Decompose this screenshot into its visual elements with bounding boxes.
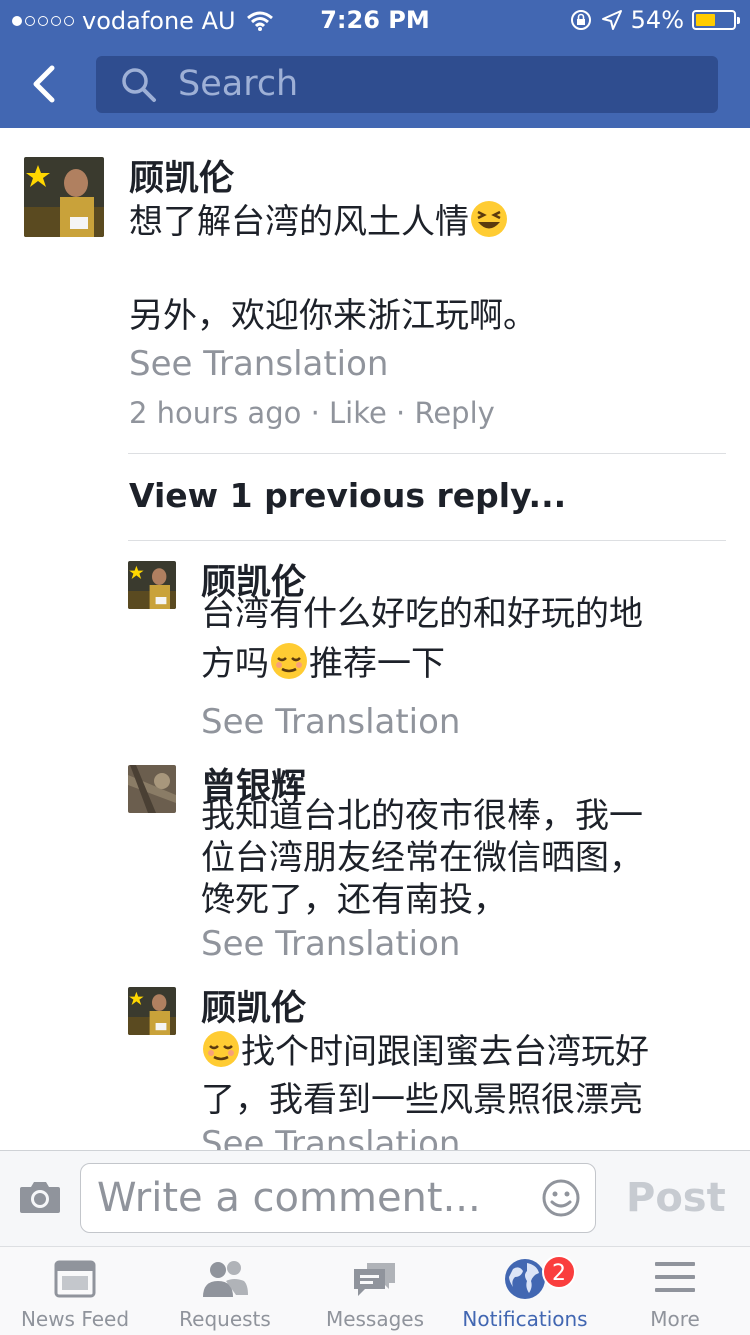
tab-notifications[interactable]: 2 Notifications: [450, 1247, 600, 1335]
avatar[interactable]: [128, 987, 176, 1035]
separator: ·: [310, 396, 320, 430]
status-right: 54%: [569, 6, 740, 34]
comment-meta: 2 hours ago · Like · Reply: [129, 396, 495, 430]
emoji-picker-icon[interactable]: [541, 1178, 581, 1218]
tab-bar: News Feed Requests Messages 2 Notificati…: [0, 1246, 750, 1335]
globe-icon: [505, 1259, 545, 1299]
see-translation-link[interactable]: See Translation: [201, 702, 460, 742]
tab-news-feed[interactable]: News Feed: [0, 1247, 150, 1335]
reply-line-1: 台湾有什么好吃的和好玩的地: [201, 594, 643, 634]
relieved-emoji-icon: [271, 643, 307, 679]
tab-label: News Feed: [20, 1307, 130, 1331]
like-link[interactable]: Like: [329, 396, 387, 430]
reply-line-2-start: 方吗: [201, 644, 269, 684]
comment-input[interactable]: [97, 1172, 527, 1224]
avatar[interactable]: [128, 561, 176, 609]
reply-line-2: 方吗 推荐一下: [201, 640, 445, 688]
tab-label: Requests: [179, 1307, 271, 1331]
relieved-emoji-icon: [203, 1031, 239, 1067]
avatar-image: [128, 765, 176, 813]
notification-badge: 2: [542, 1255, 576, 1289]
comment-composer: Post: [0, 1150, 750, 1247]
avatar-image: [24, 157, 104, 237]
reply-line-1: 找个时间跟闺蜜去台湾玩好: [201, 1028, 649, 1076]
rotation-lock-icon: [570, 10, 591, 30]
avatar[interactable]: [24, 157, 104, 237]
divider: [128, 540, 726, 541]
comment-timestamp: 2 hours ago: [129, 396, 302, 430]
status-bar: vodafone AU 7:26 PM 54%: [0, 0, 750, 40]
see-translation-link[interactable]: See Translation: [201, 924, 460, 964]
see-translation-link[interactable]: See Translation: [201, 1124, 460, 1150]
comment-line-1: 想了解台湾的风土人情: [129, 202, 469, 242]
reply-line-2-end: 推荐一下: [309, 644, 445, 684]
battery-percent: 54%: [630, 6, 684, 34]
battery-icon: [692, 10, 740, 30]
reply-line-2: 位台湾朋友经常在微信晒图，: [201, 838, 643, 878]
view-previous-replies-link[interactable]: View 1 previous reply...: [129, 476, 566, 515]
tab-label: Messages: [325, 1307, 425, 1331]
search-input[interactable]: [178, 62, 698, 106]
top-bar: vodafone AU 7:26 PM 54%: [0, 0, 750, 128]
friend-requests-icon: [203, 1261, 248, 1297]
comment-text: 想了解台湾的风土人情: [129, 198, 509, 246]
comment-thread[interactable]: 顾凯伦 想了解台湾的风土人情 另外，欢迎你来浙江玩啊。 See Translat…: [0, 128, 750, 1150]
comment-input-box[interactable]: [80, 1163, 596, 1233]
laughing-emoji-icon: [471, 201, 507, 237]
post-button[interactable]: Post: [626, 1175, 726, 1221]
search-bar[interactable]: [96, 56, 718, 113]
avatar[interactable]: [128, 765, 176, 813]
tab-label: Notifications: [462, 1307, 588, 1331]
hamburger-icon: [655, 1262, 695, 1292]
search-icon: [122, 68, 156, 102]
separator: ·: [396, 396, 406, 430]
comment-author[interactable]: 顾凯伦: [129, 150, 234, 201]
tab-messages[interactable]: Messages: [300, 1247, 450, 1335]
comment-line-2: 另外，欢迎你来浙江玩啊。: [129, 296, 537, 336]
reply-line-2: 了，我看到一些风景照很漂亮: [201, 1080, 643, 1120]
reply-line-1: 我知道台北的夜市很棒，我一: [201, 796, 643, 836]
avatar-image: [128, 561, 176, 609]
news-feed-icon: [54, 1260, 96, 1298]
reply-line-1-text: 找个时间跟闺蜜去台湾玩好: [241, 1032, 649, 1072]
tab-more[interactable]: More: [600, 1247, 750, 1335]
tab-label: More: [650, 1307, 700, 1331]
reply-author[interactable]: 顾凯伦: [201, 980, 306, 1031]
camera-icon[interactable]: [18, 1179, 62, 1215]
tab-requests[interactable]: Requests: [150, 1247, 300, 1335]
location-arrow-icon: [601, 10, 622, 30]
avatar-image: [128, 987, 176, 1035]
back-arrow-icon[interactable]: [26, 60, 66, 108]
divider: [128, 453, 726, 454]
see-translation-link[interactable]: See Translation: [129, 344, 388, 384]
messages-icon: [354, 1263, 395, 1296]
reply-link[interactable]: Reply: [414, 396, 494, 430]
reply-line-3: 馋死了，还有南投，: [201, 880, 507, 920]
